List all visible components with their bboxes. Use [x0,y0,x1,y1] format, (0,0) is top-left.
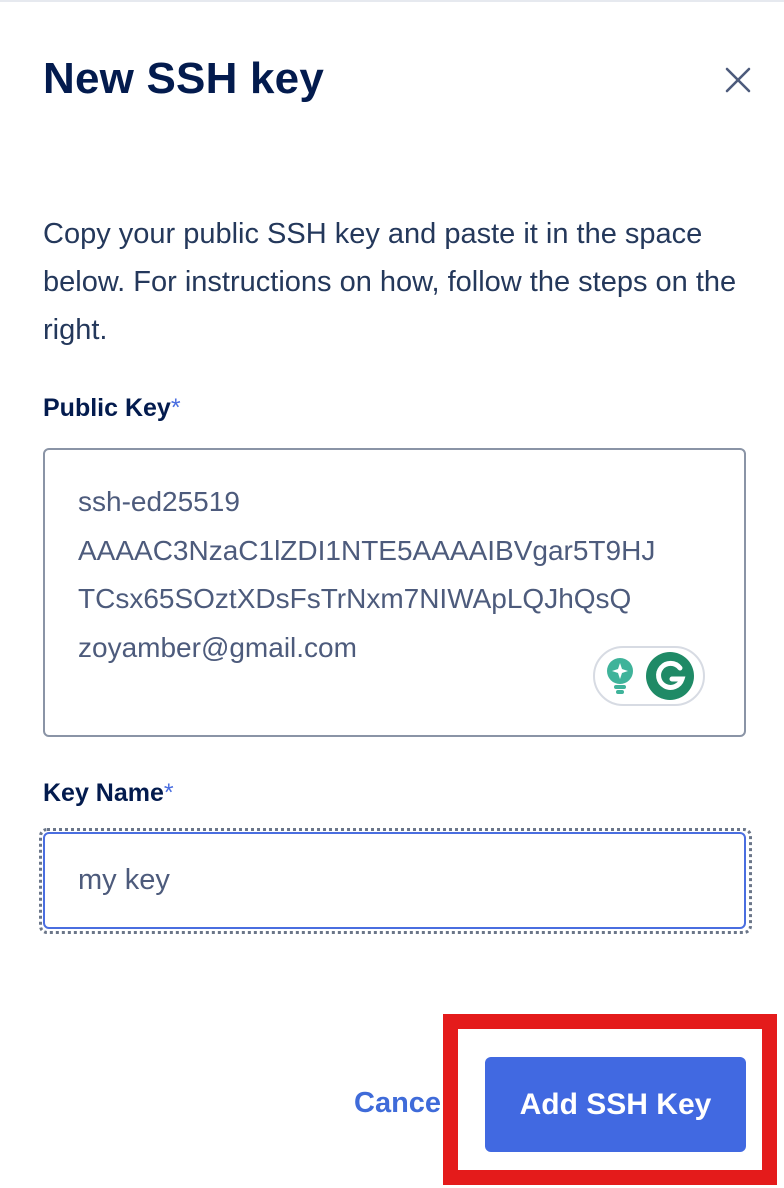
add-ssh-key-button[interactable]: Add SSH Key [485,1057,746,1152]
cancel-button[interactable]: Cance [354,1087,444,1120]
new-ssh-key-modal: New SSH key Copy your public SSH key and… [0,0,784,1188]
grammarly-icon [646,652,694,700]
required-asterisk: * [163,779,174,807]
public-key-label: Public Key* [43,394,181,423]
instructions-text: Copy your public SSH key and paste it in… [43,218,737,346]
public-key-line: ssh-ed25519 [78,486,240,517]
key-name-label-text: Key Name [43,779,164,807]
close-button[interactable] [716,58,760,102]
public-key-line: AAAAC3NzaC1lZDI1NTE5AAAAIBVgar5T9HJ [78,534,656,566]
key-name-input[interactable]: my key [43,832,746,929]
key-name-label: Key Name* [43,779,174,808]
lightbulb-icon [607,658,633,694]
modal-title: New SSH key [43,54,325,103]
required-asterisk: * [170,394,181,422]
public-key-line: TCsx65SOztXDsFsTrNxm7NIWApLQJhQsQ [78,583,632,614]
close-icon [725,67,751,93]
public-key-label-text: Public Key [43,394,171,422]
grammarly-widget[interactable] [593,646,705,706]
